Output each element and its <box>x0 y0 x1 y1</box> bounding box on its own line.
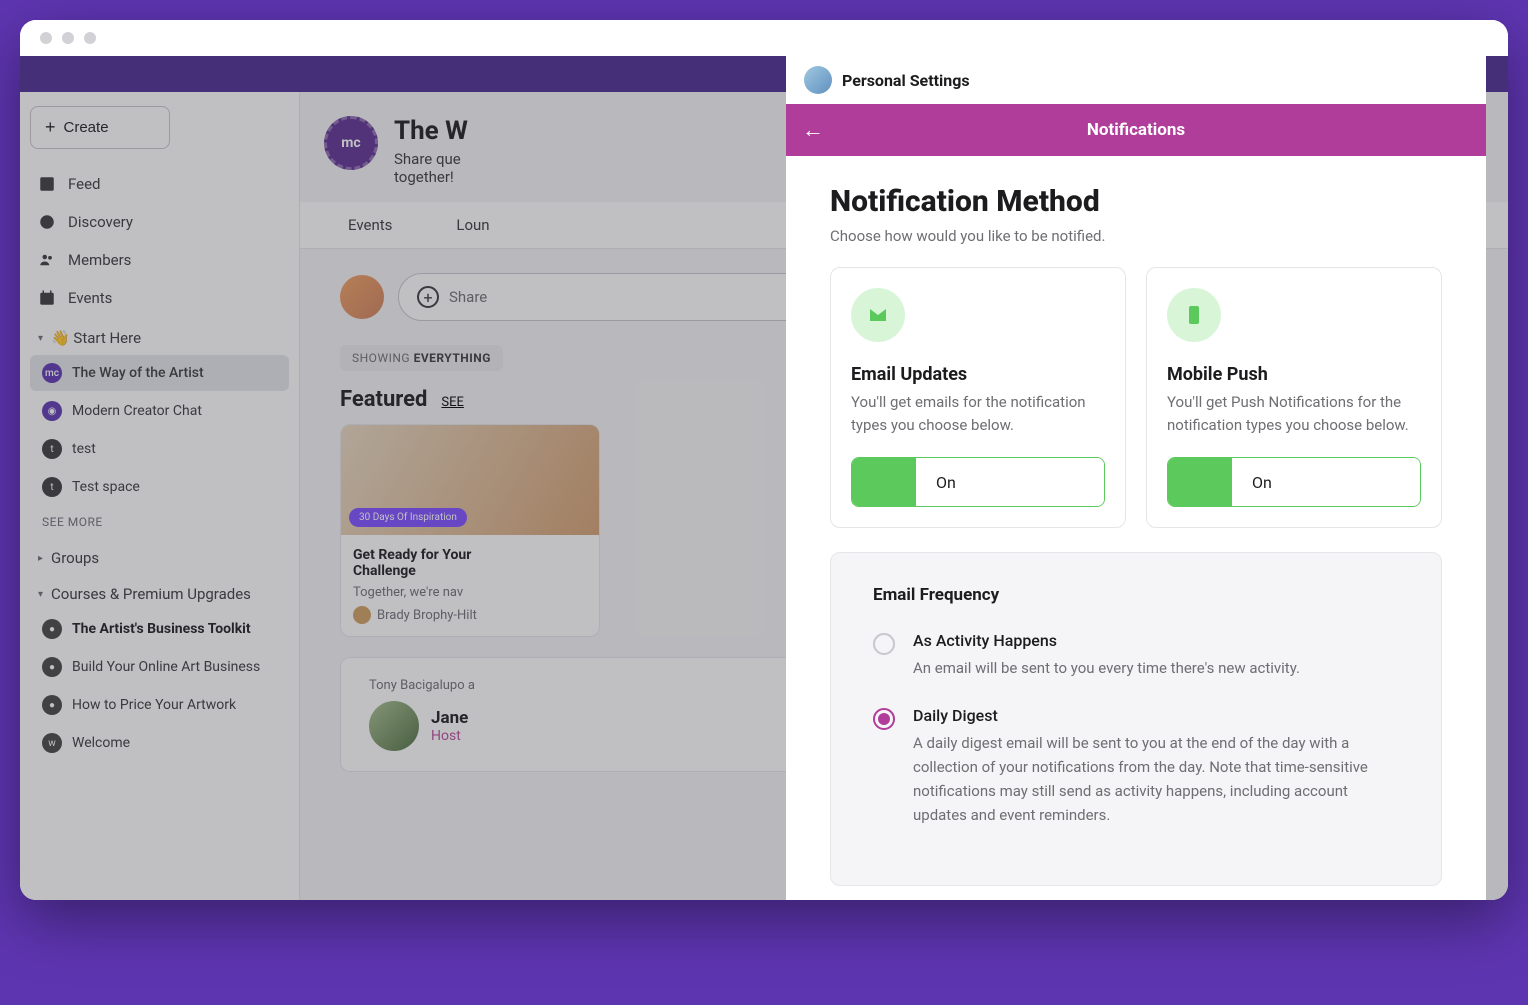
radio-desc: An email will be sent to you every time … <box>913 656 1300 680</box>
user-avatar <box>804 66 832 94</box>
radio-icon <box>873 708 895 730</box>
window-dot[interactable] <box>84 32 96 44</box>
freq-title: Email Frequency <box>873 585 1399 605</box>
panel-header: ← Notifications <box>786 104 1486 156</box>
toggle-label: On <box>1232 458 1420 506</box>
method-name: Mobile Push <box>1167 364 1421 385</box>
radio-desc: A daily digest email will be sent to you… <box>913 731 1399 827</box>
radio-label: Daily Digest <box>913 706 1399 725</box>
radio-daily-digest[interactable]: Daily Digest A daily digest email will b… <box>873 706 1399 827</box>
panel-title: Notifications <box>786 120 1486 140</box>
back-arrow-icon[interactable]: ← <box>802 117 824 143</box>
mobile-icon <box>1167 288 1221 342</box>
notification-method-title: Notification Method <box>830 184 1442 219</box>
window-titlebar <box>20 20 1508 56</box>
panel-breadcrumb[interactable]: Personal Settings <box>786 56 1486 104</box>
toggle-knob <box>1168 458 1232 506</box>
panel-body: Notification Method Choose how would you… <box>786 156 1486 900</box>
email-toggle[interactable]: On <box>851 457 1105 507</box>
settings-panel: Personal Settings ← Notifications Notifi… <box>786 56 1486 900</box>
email-icon <box>851 288 905 342</box>
method-desc: You'll get Push Notifications for the no… <box>1167 391 1421 439</box>
method-name: Email Updates <box>851 364 1105 385</box>
radio-as-activity[interactable]: As Activity Happens An email will be sen… <box>873 631 1399 680</box>
notification-method-subtitle: Choose how would you like to be notified… <box>830 227 1442 245</box>
email-frequency-box: Email Frequency As Activity Happens An e… <box>830 552 1442 886</box>
toggle-label: On <box>916 458 1104 506</box>
method-push-card: Mobile Push You'll get Push Notification… <box>1146 267 1442 528</box>
toggle-knob <box>852 458 916 506</box>
radio-label: As Activity Happens <box>913 631 1300 650</box>
method-email-card: Email Updates You'll get emails for the … <box>830 267 1126 528</box>
push-toggle[interactable]: On <box>1167 457 1421 507</box>
window-frame: + Create Feed Discovery Members <box>20 20 1508 900</box>
window-dot[interactable] <box>40 32 52 44</box>
radio-icon <box>873 633 895 655</box>
method-desc: You'll get emails for the notification t… <box>851 391 1105 439</box>
window-dot[interactable] <box>62 32 74 44</box>
breadcrumb-label: Personal Settings <box>842 71 970 90</box>
